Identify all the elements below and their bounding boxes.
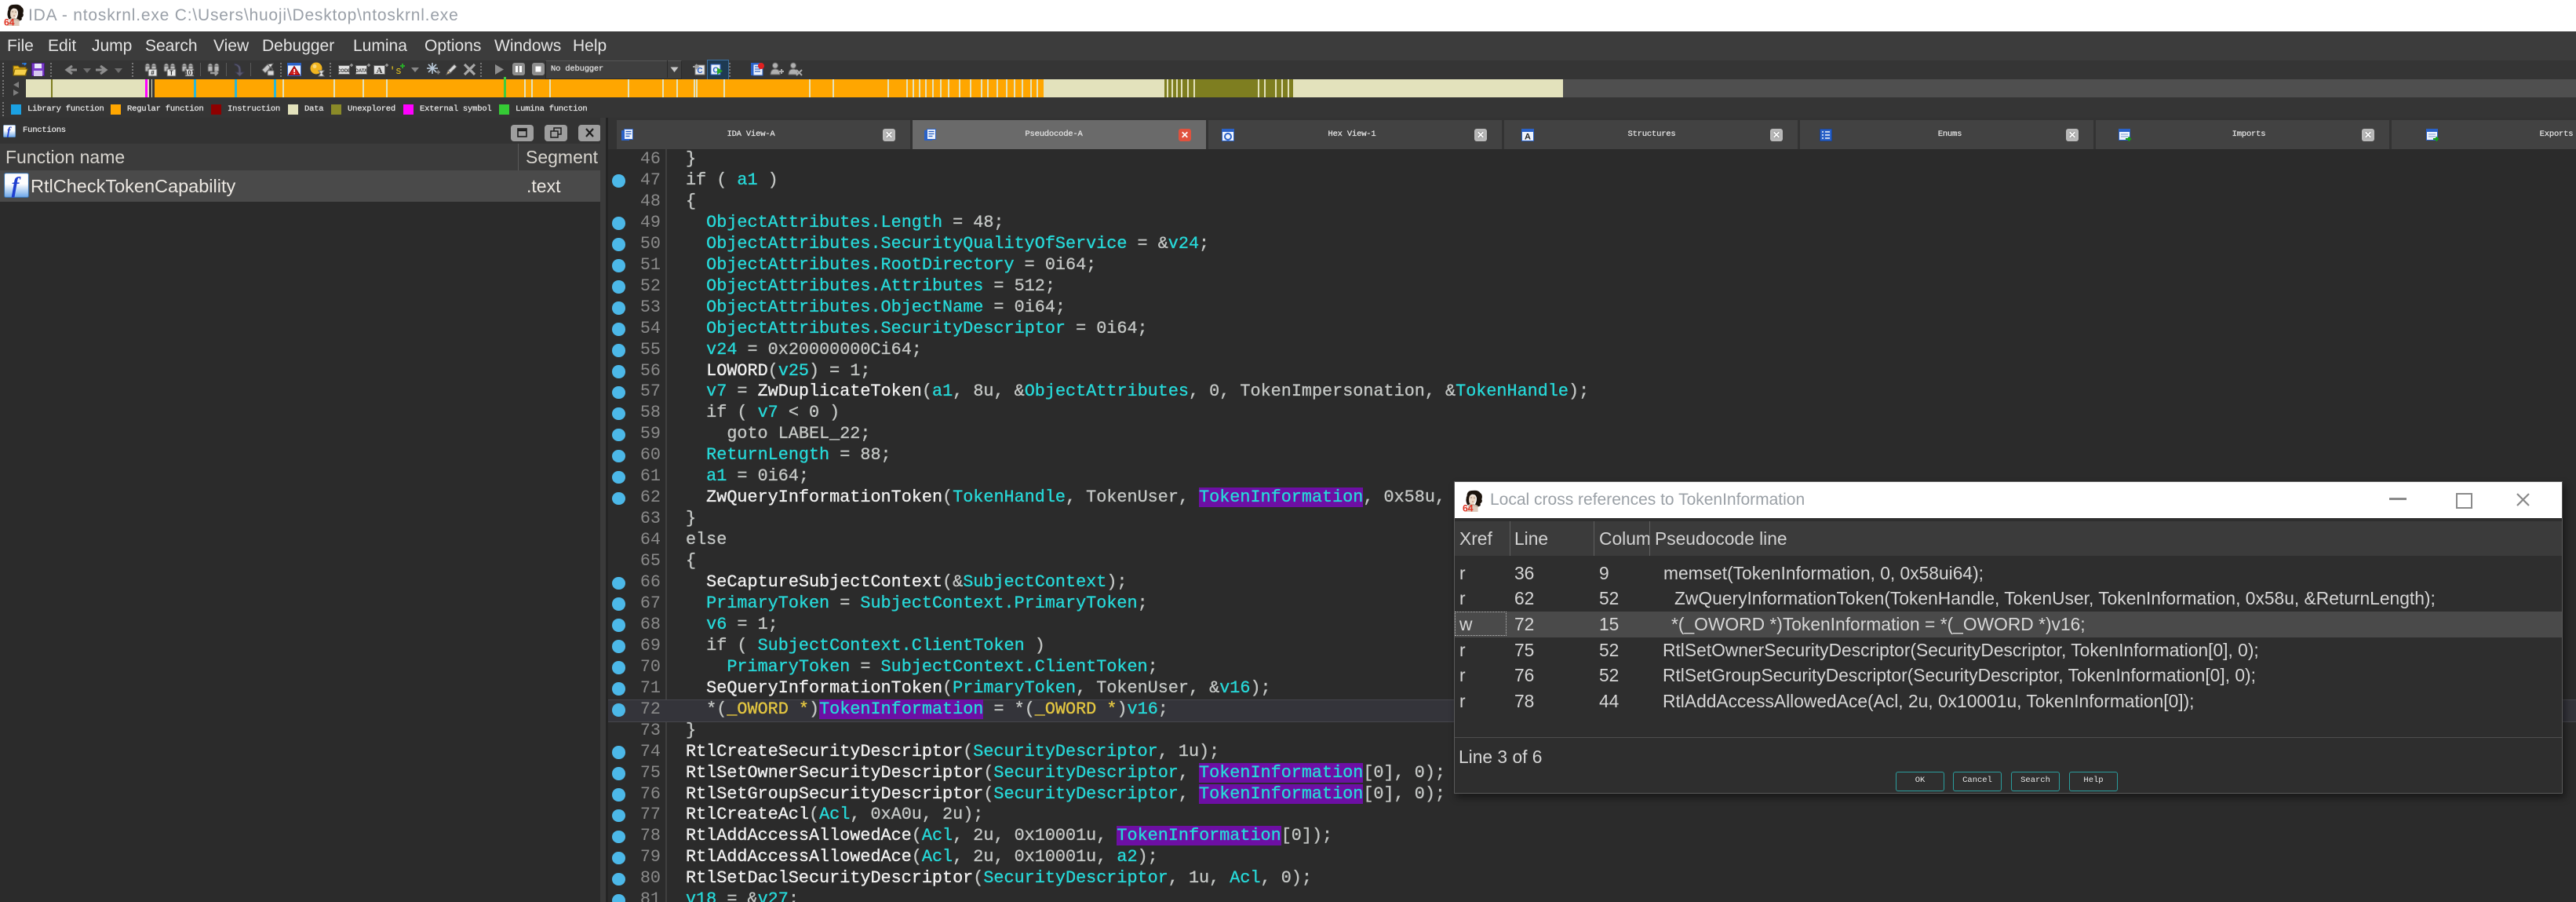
svg-text:#: # (151, 70, 155, 77)
svg-text:64: 64 (1463, 503, 1474, 512)
svg-text:T: T (169, 70, 173, 77)
svg-text:DATA: DATA (355, 69, 368, 74)
svg-text:'s: 's (391, 65, 402, 77)
svg-text:CODE: CODE (338, 69, 351, 74)
svg-text:A: A (377, 66, 383, 75)
svg-text:101: 101 (184, 70, 195, 77)
svg-text:64: 64 (4, 17, 15, 26)
